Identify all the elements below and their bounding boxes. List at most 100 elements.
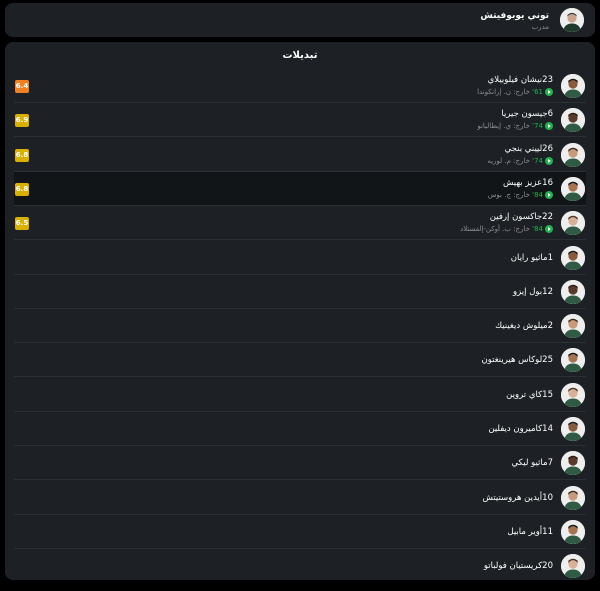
- person-silhouette-icon: [560, 8, 584, 32]
- player-row[interactable]: 2ميلوش ديغينيك: [14, 309, 586, 344]
- person-silhouette-icon: [561, 314, 585, 339]
- player-name-text: أوير مابيل: [507, 526, 543, 537]
- substitution-info: 84' خارج: ج. بوس: [488, 190, 553, 199]
- player-row[interactable]: 22جاكسون إرفين 84' خارج: ب. أوكن-إلفستلاد…: [14, 206, 586, 241]
- player-avatar: [561, 314, 585, 339]
- player-number: 1: [547, 252, 553, 263]
- sub-minute: 74': [532, 122, 543, 131]
- player-row[interactable]: 23نيشان فيلوبيلاي 61' خارج: ن. إرانكوندا 6…: [14, 69, 586, 103]
- player-avatar: [561, 74, 585, 98]
- player-row[interactable]: 25لوكاس هيرينغتون: [14, 343, 586, 378]
- player-rating-badge: 6.9: [15, 114, 29, 128]
- player-row[interactable]: 16عزيز بهيش 84' خارج: ج. بوس 6.8: [14, 171, 586, 206]
- player-name-text: كاي تروين: [506, 389, 543, 400]
- player-avatar: [561, 417, 585, 441]
- sub-out-player: خارج: م. لوريه: [487, 156, 533, 165]
- substitution-info: 74' خارج: م. لوريه: [487, 156, 553, 165]
- substitution-info: 74' خارج: ي. إيطاليانو: [477, 122, 553, 131]
- player-name: 12بول إيزو: [513, 287, 553, 297]
- person-silhouette-icon: [561, 382, 585, 407]
- player-row[interactable]: 12بول إيزو: [14, 275, 586, 309]
- coach-name: توني يوبوفيتش: [480, 11, 549, 21]
- player-number: 23: [542, 75, 553, 85]
- player-name: 1ماثيو رايان: [511, 253, 553, 263]
- player-name-text: ماثيو ليكي: [511, 458, 548, 469]
- player-name: 7ماثيو ليكي: [511, 458, 553, 468]
- player-name: 10أيدين هروستيتش: [483, 493, 554, 503]
- player-avatar: [561, 279, 585, 304]
- player-name-text: لييني بنجي: [504, 143, 543, 154]
- player-row[interactable]: 26لييني بنجي 74' خارج: م. لوريه 6.8: [14, 138, 586, 172]
- sub-in-arrow-icon: [545, 225, 553, 234]
- sub-minute: 84': [532, 190, 543, 199]
- sub-minute: 61': [532, 88, 543, 96]
- player-name-text: ميلوش ديغينيك: [495, 321, 548, 332]
- player-name: 6جيسون جيريا: [501, 109, 553, 119]
- player-avatar: [561, 176, 585, 201]
- player-rating-badge: 6.5: [15, 217, 29, 231]
- player-number: 12: [542, 286, 553, 297]
- person-silhouette-icon: [561, 417, 585, 441]
- sub-out-player: خارج: ب. أوكن-إلفستلاد: [460, 225, 533, 234]
- player-name-text: جاكسون إرفين: [489, 212, 543, 223]
- player-row[interactable]: 14كاميرون ديفلين: [14, 412, 586, 446]
- person-silhouette-icon: [561, 451, 585, 476]
- player-name-text: ماثيو رايان: [510, 252, 548, 263]
- player-number: 26: [542, 143, 553, 154]
- player-row[interactable]: 10أيدين هروستيتش: [14, 481, 586, 515]
- player-avatar: [561, 382, 585, 407]
- player-name-text: كاميرون ديفلين: [488, 424, 543, 434]
- player-avatar: [561, 554, 585, 579]
- player-row[interactable]: 1ماثيو رايان: [14, 241, 586, 275]
- player-avatar: [561, 348, 585, 373]
- player-avatar: [561, 451, 585, 476]
- player-row[interactable]: 15كاي تروين: [14, 378, 586, 412]
- player-name: 26لييني بنجي: [505, 144, 553, 154]
- substitution-info: 84' خارج: ب. أوكن-إلفستلاد: [460, 225, 553, 234]
- substitution-info: 61' خارج: ن. إرانكوندا: [477, 88, 553, 96]
- player-name-text: أيدين هروستيتش: [482, 492, 543, 503]
- person-silhouette-icon: [561, 519, 585, 544]
- person-silhouette-icon: [561, 108, 585, 133]
- person-silhouette-icon: [561, 176, 585, 201]
- section-title: تبديلات: [282, 50, 318, 61]
- sub-in-arrow-icon: [545, 88, 553, 96]
- player-name-text: عزيز بهيش: [502, 177, 543, 188]
- player-name-text: كريستيان فولباتو: [483, 561, 543, 572]
- player-number: 15: [542, 389, 553, 400]
- coach-card[interactable]: توني يوبوفيتش مدرب: [5, 3, 595, 37]
- sub-out-player: خارج: ن. إرانكوندا: [477, 88, 533, 96]
- player-row[interactable]: 11أوير مابيل: [14, 515, 586, 549]
- player-number: 16: [542, 177, 553, 188]
- person-silhouette-icon: [561, 245, 585, 270]
- player-number: 7: [547, 458, 553, 469]
- player-avatar: [561, 211, 585, 236]
- player-avatar: [561, 142, 585, 167]
- player-row[interactable]: 6جيسون جيريا 74' خارج: ي. إيطاليانو 6.9: [14, 103, 586, 138]
- player-number: 10: [542, 492, 553, 503]
- player-avatar: [561, 519, 585, 544]
- player-number: 11: [542, 526, 553, 537]
- person-silhouette-icon: [561, 279, 585, 304]
- player-number: 20: [542, 561, 553, 572]
- player-name: 15كاي تروين: [506, 390, 553, 400]
- player-name: 20كريستيان فولباتو: [484, 561, 553, 571]
- player-number: 6: [547, 109, 553, 120]
- player-avatar: [561, 485, 585, 510]
- player-row[interactable]: 20كريستيان فولباتو: [14, 549, 586, 583]
- person-silhouette-icon: [561, 211, 585, 236]
- player-rating-badge: 6.8: [15, 148, 29, 162]
- sub-in-arrow-icon: [545, 122, 553, 131]
- person-silhouette-icon: [561, 485, 585, 510]
- person-silhouette-icon: [561, 554, 585, 579]
- player-name: 23نيشان فيلوبيلاي: [488, 75, 553, 85]
- player-name: 14كاميرون ديفلين: [488, 424, 553, 434]
- player-name: 16عزيز بهيش: [503, 178, 553, 188]
- sub-minute: 84': [532, 225, 543, 234]
- player-name-text: بول إيزو: [513, 286, 543, 297]
- coach-role: مدرب: [531, 23, 549, 31]
- person-silhouette-icon: [561, 142, 585, 167]
- sub-out-player: خارج: ي. إيطاليانو: [477, 122, 533, 131]
- player-name-text: نيشان فيلوبيلاي: [487, 75, 543, 85]
- player-row[interactable]: 7ماثيو ليكي: [14, 446, 586, 481]
